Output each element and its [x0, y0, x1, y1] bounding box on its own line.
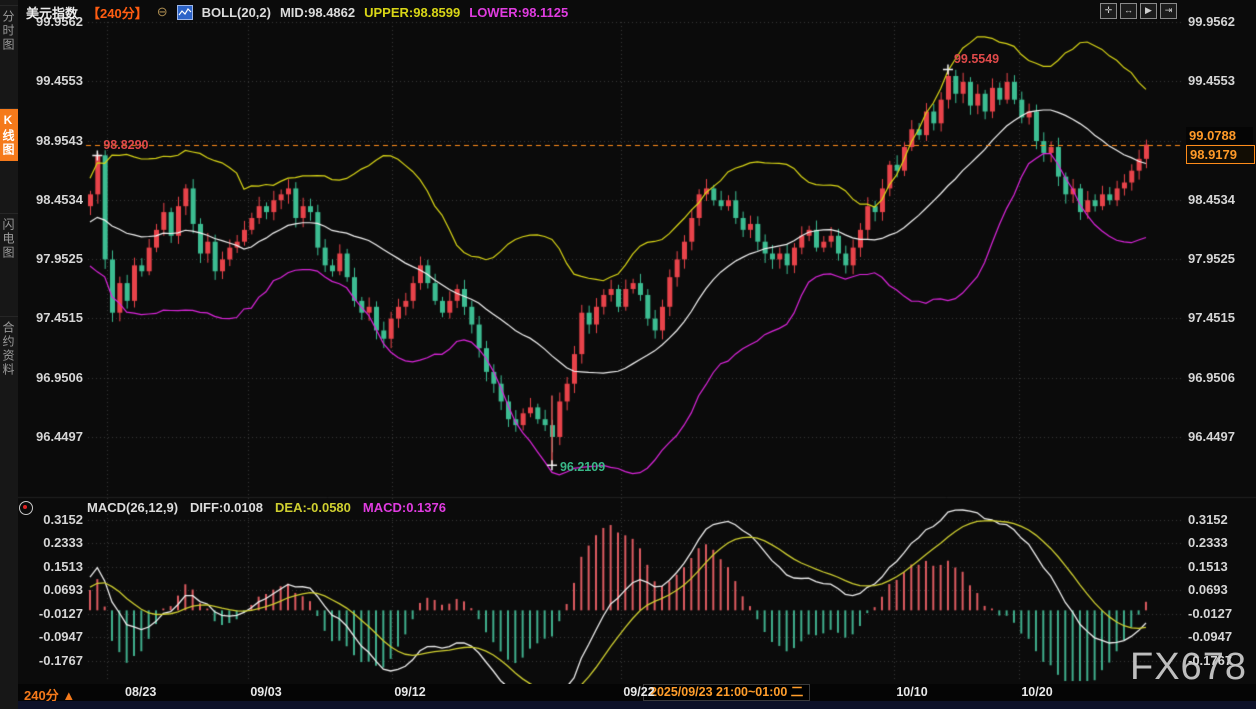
macd-tick-left: 0.0693 — [16, 582, 83, 598]
price-badge-upper: 99.0788 — [1186, 127, 1253, 144]
macd-tick-left: -0.0947 — [16, 629, 83, 645]
boll-upper-value: UPPER:98.8599 — [364, 5, 460, 20]
price-tick-left: 96.4497 — [16, 429, 83, 445]
kline-macd-chart-canvas[interactable] — [0, 0, 1256, 709]
trading-app-window: 分时图 K线图闪电图合约资料 美元指数 【240分】 ⊖ BOLL(20,2) M… — [0, 0, 1256, 709]
indicator-icon[interactable] — [177, 5, 193, 20]
auto-play-icon[interactable]: ▶ — [1140, 3, 1157, 19]
date-tick-09/03: 09/03 — [250, 685, 281, 699]
date-tick-08/23: 08/23 — [125, 685, 156, 699]
macd-tick-right: -0.0127 — [1188, 606, 1254, 622]
chart-type-sidebar: 分时图 K线图闪电图合约资料 — [0, 0, 18, 709]
price-tick-left: 98.4534 — [16, 192, 83, 208]
price-tick-left: 96.9506 — [16, 370, 83, 386]
macd-dea-value: DEA:-0.0580 — [275, 500, 351, 515]
indicator-settings-icon[interactable] — [19, 501, 33, 515]
symbol-title: 美元指数 — [26, 3, 78, 22]
macd-tick-left: -0.1767 — [16, 653, 83, 669]
price-tick-right: 96.9506 — [1188, 370, 1254, 386]
date-tick-09/12: 09/12 — [394, 685, 425, 699]
selected-bar-time: 2025/09/23 21:00~01:00 二 — [643, 684, 810, 701]
price-tick-right: 99.9562 — [1188, 14, 1254, 30]
chart-header: 美元指数 【240分】 ⊖ BOLL(20,2) MID:98.4862 UPP… — [26, 3, 568, 21]
boll-label: BOLL(20,2) — [202, 5, 271, 20]
price-tick-left: 97.4515 — [16, 310, 83, 326]
price-annotation: 96.2109 — [560, 460, 605, 474]
period-label: 【240分】 — [87, 3, 148, 22]
price-tick-right: 96.4497 — [1188, 429, 1254, 445]
price-tick-left: 99.4553 — [16, 73, 83, 89]
sidebar-item-3[interactable]: 合约资料 — [0, 316, 18, 381]
price-tick-right: 97.9525 — [1188, 251, 1254, 267]
collapse-icon[interactable]: ⊖ — [157, 4, 168, 20]
date-tick-10/20: 10/20 — [1021, 685, 1052, 699]
macd-tick-right: 0.2333 — [1188, 535, 1254, 551]
time-axis-bar: 240分 ▲ 2025/09/23 21:00~01:00 二 08/2309/… — [18, 684, 1256, 701]
price-annotation: 99.5549 — [954, 52, 999, 66]
price-tick-right: 98.4534 — [1188, 192, 1254, 208]
macd-header: MACD(26,12,9) DIFF:0.0108 DEA:-0.0580 MA… — [87, 500, 446, 515]
macd-diff-value: DIFF:0.0108 — [190, 500, 263, 515]
price-tick-left: 98.9543 — [16, 133, 83, 149]
price-badge-current: 98.9179 — [1186, 145, 1255, 164]
boll-lower-value: LOWER:98.1125 — [469, 5, 568, 20]
macd-name: MACD(26,12,9) — [87, 500, 178, 515]
bottom-strip — [18, 701, 1256, 709]
pan-crosshair-icon[interactable]: ✛ — [1100, 3, 1117, 19]
boll-mid-value: MID:98.4862 — [280, 5, 355, 20]
macd-tick-left: 0.2333 — [16, 535, 83, 551]
sidebar-item-0[interactable]: 分时图 — [0, 5, 18, 56]
macd-tick-right: 0.0693 — [1188, 582, 1254, 598]
date-tick-10/10: 10/10 — [896, 685, 927, 699]
sidebar-item-1[interactable]: K线图 — [0, 108, 18, 161]
macd-macd-value: MACD:0.1376 — [363, 500, 446, 515]
sidebar-item-2[interactable]: 闪电图 — [0, 213, 18, 264]
chart-toolbar: ✛↔▶⇥ — [1100, 3, 1177, 19]
price-tick-left: 97.9525 — [16, 251, 83, 267]
macd-tick-left: 0.1513 — [16, 559, 83, 575]
date-tick-09/22: 09/22 — [623, 685, 654, 699]
macd-tick-right: 0.1513 — [1188, 559, 1254, 575]
snap-right-icon[interactable]: ⇥ — [1160, 3, 1177, 19]
price-tick-right: 97.4515 — [1188, 310, 1254, 326]
watermark: FX678 — [1130, 646, 1247, 689]
zoom-horizontal-icon[interactable]: ↔ — [1120, 3, 1137, 19]
macd-tick-right: -0.0947 — [1188, 629, 1254, 645]
price-annotation: 98.8290 — [103, 138, 148, 152]
price-tick-right: 99.4553 — [1188, 73, 1254, 89]
macd-tick-right: 0.3152 — [1188, 512, 1254, 528]
macd-tick-left: -0.0127 — [16, 606, 83, 622]
